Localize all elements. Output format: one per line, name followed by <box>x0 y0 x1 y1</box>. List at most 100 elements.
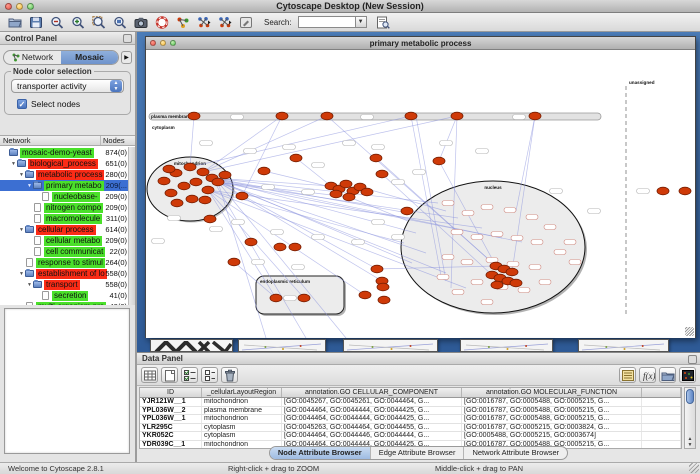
net-close-button[interactable] <box>150 40 156 46</box>
nucleus-node[interactable] <box>491 232 503 237</box>
network-node[interactable] <box>178 182 190 190</box>
table-cell[interactable]: YPL036W__1 <box>140 415 202 423</box>
network-node[interactable] <box>370 154 382 162</box>
table-column-header[interactable]: annotation.GO CELLULAR_COMPONENT <box>282 388 462 397</box>
table-cell[interactable]: plasma membrane <box>202 407 282 415</box>
tree-column-network[interactable]: Network <box>0 136 101 145</box>
network-node[interactable] <box>330 190 342 198</box>
data-panel-float-icon[interactable] <box>688 355 697 364</box>
tree-row-mosaic-demo-yeast[interactable]: mosaic-demo-yeast874(0) <box>0 147 128 158</box>
disclosure-arrow-icon[interactable]: ▼ <box>26 183 33 189</box>
table-cell[interactable]: [GO:0045267, GO:0045261, GO:0044464, G..… <box>282 398 462 406</box>
attribute-editor-button[interactable] <box>619 367 636 383</box>
network-node[interactable] <box>212 178 224 186</box>
zoom-fit-button[interactable] <box>90 14 108 30</box>
network-view-window[interactable]: primary metabolic process plasma membran… <box>145 36 696 338</box>
tree-scrollbar[interactable] <box>128 147 135 305</box>
nucleus-node[interactable] <box>471 280 483 285</box>
nucleus-node[interactable] <box>471 235 483 240</box>
nucleus-node[interactable] <box>526 215 538 220</box>
background-network-window[interactable] <box>238 339 326 352</box>
net-zoom-button[interactable] <box>170 40 176 46</box>
network-graph[interactable]: plasma membranecytoplasmmitochondrionnuc… <box>146 51 695 338</box>
tree-row-macromolecule[interactable]: macromolecule311(0) <box>0 213 128 224</box>
table-column-header[interactable]: _cellularLayoutRegion <box>202 388 282 397</box>
tab-network-attribute-browser[interactable]: Network Attribute Browser <box>464 447 567 459</box>
network-node[interactable] <box>321 112 333 120</box>
open-button[interactable] <box>6 14 24 30</box>
table-cell[interactable]: [GO:0044464, GO:0044444, GO:0044425, G..… <box>282 407 462 415</box>
disclosure-arrow-icon[interactable]: ▼ <box>18 227 25 233</box>
network-node[interactable] <box>679 187 691 195</box>
network-node[interactable] <box>290 154 302 162</box>
copy-network-no-view-button[interactable] <box>216 14 234 30</box>
tree-column-nodes[interactable]: Nodes <box>101 136 135 145</box>
table-cell[interactable]: mitochondrion <box>202 415 282 423</box>
network-node[interactable] <box>258 167 270 175</box>
network-node[interactable] <box>451 112 463 120</box>
disclosure-arrow-icon[interactable]: ▼ <box>18 271 25 277</box>
snapshot-button[interactable] <box>132 14 150 30</box>
network-edge[interactable] <box>203 116 457 172</box>
network-node[interactable] <box>491 281 503 289</box>
network-node[interactable] <box>378 296 390 304</box>
table-column-header[interactable]: annotation.GO MOLECULAR_FUNCTION <box>462 388 642 397</box>
nucleus-node[interactable] <box>442 201 454 206</box>
tab-node-attribute-browser[interactable]: Node Attribute Browser <box>270 447 371 459</box>
network-node[interactable] <box>190 178 202 186</box>
network-node[interactable] <box>510 279 522 287</box>
birds-eye-view[interactable] <box>4 308 130 454</box>
zoom-selected-button[interactable] <box>111 14 129 30</box>
app-resize-grip[interactable] <box>689 463 699 473</box>
annotation-button[interactable] <box>237 14 255 30</box>
select-nodes-checkbox[interactable]: ✓ <box>17 99 27 109</box>
network-node[interactable] <box>228 258 240 266</box>
network-node[interactable] <box>376 170 388 178</box>
unselect-all-attributes-button[interactable] <box>201 367 218 383</box>
tab-mosaic[interactable]: Mosaic <box>61 51 118 64</box>
table-row[interactable]: YJR121W__1mitochondrion[GO:0045267, GO:0… <box>140 398 681 407</box>
network-node[interactable] <box>401 207 413 215</box>
disclosure-arrow-icon[interactable]: ▼ <box>18 172 25 178</box>
network-window-resize-grip[interactable] <box>685 327 694 336</box>
tree-row-biological-process[interactable]: ▼biological_process651(0) <box>0 158 128 169</box>
region-nucleus[interactable] <box>401 181 585 313</box>
background-network-window[interactable] <box>578 339 669 352</box>
network-node[interactable] <box>186 195 198 203</box>
network-node[interactable] <box>188 112 200 120</box>
tab-overflow-button[interactable]: ▶ <box>121 51 132 64</box>
network-node[interactable] <box>361 188 373 196</box>
background-network-window[interactable] <box>460 339 553 352</box>
table-cell[interactable]: [GO:0045263, GO:0044464, GO:0044455, G..… <box>282 424 462 432</box>
network-node[interactable] <box>274 243 286 251</box>
table-cell[interactable]: YLR295C <box>140 424 202 432</box>
network-node[interactable] <box>199 196 211 204</box>
copy-network-view-button[interactable] <box>195 14 213 30</box>
function-builder-button[interactable]: f(x) <box>639 367 656 383</box>
network-node[interactable] <box>219 171 231 179</box>
table-cell[interactable]: [GO:0016787, GO:0005488, GO:0005215, G..… <box>462 398 642 406</box>
nucleus-node[interactable] <box>518 288 530 293</box>
nucleus-node[interactable] <box>507 262 519 267</box>
nucleus-node[interactable] <box>554 250 566 255</box>
table-cell[interactable]: [GO:0044464, GO:0044446, GO:0044444, G..… <box>282 432 462 440</box>
network-edge[interactable] <box>203 116 327 172</box>
nucleus-node[interactable] <box>451 230 463 235</box>
network-node[interactable] <box>202 186 214 194</box>
network-edge[interactable] <box>296 158 331 186</box>
help-button[interactable] <box>153 14 171 30</box>
network-node[interactable] <box>529 112 541 120</box>
search-input[interactable] <box>298 16 356 28</box>
network-node[interactable] <box>359 291 371 299</box>
network-edge[interactable] <box>208 190 276 298</box>
disclosure-arrow-icon[interactable]: ▼ <box>26 282 33 288</box>
select-attributes-button[interactable] <box>141 367 158 383</box>
network-node[interactable] <box>197 168 209 176</box>
network-node[interactable] <box>340 180 352 188</box>
table-cell[interactable]: [GO:0044464, GO:0044444, GO:0044425, G..… <box>282 415 462 423</box>
network-node[interactable] <box>163 165 175 173</box>
network-node[interactable] <box>298 294 310 302</box>
nucleus-node[interactable] <box>544 225 556 230</box>
nucleus-node[interactable] <box>569 260 581 265</box>
table-row[interactable]: YPL036W__1mitochondrion[GO:0044464, GO:0… <box>140 415 681 424</box>
